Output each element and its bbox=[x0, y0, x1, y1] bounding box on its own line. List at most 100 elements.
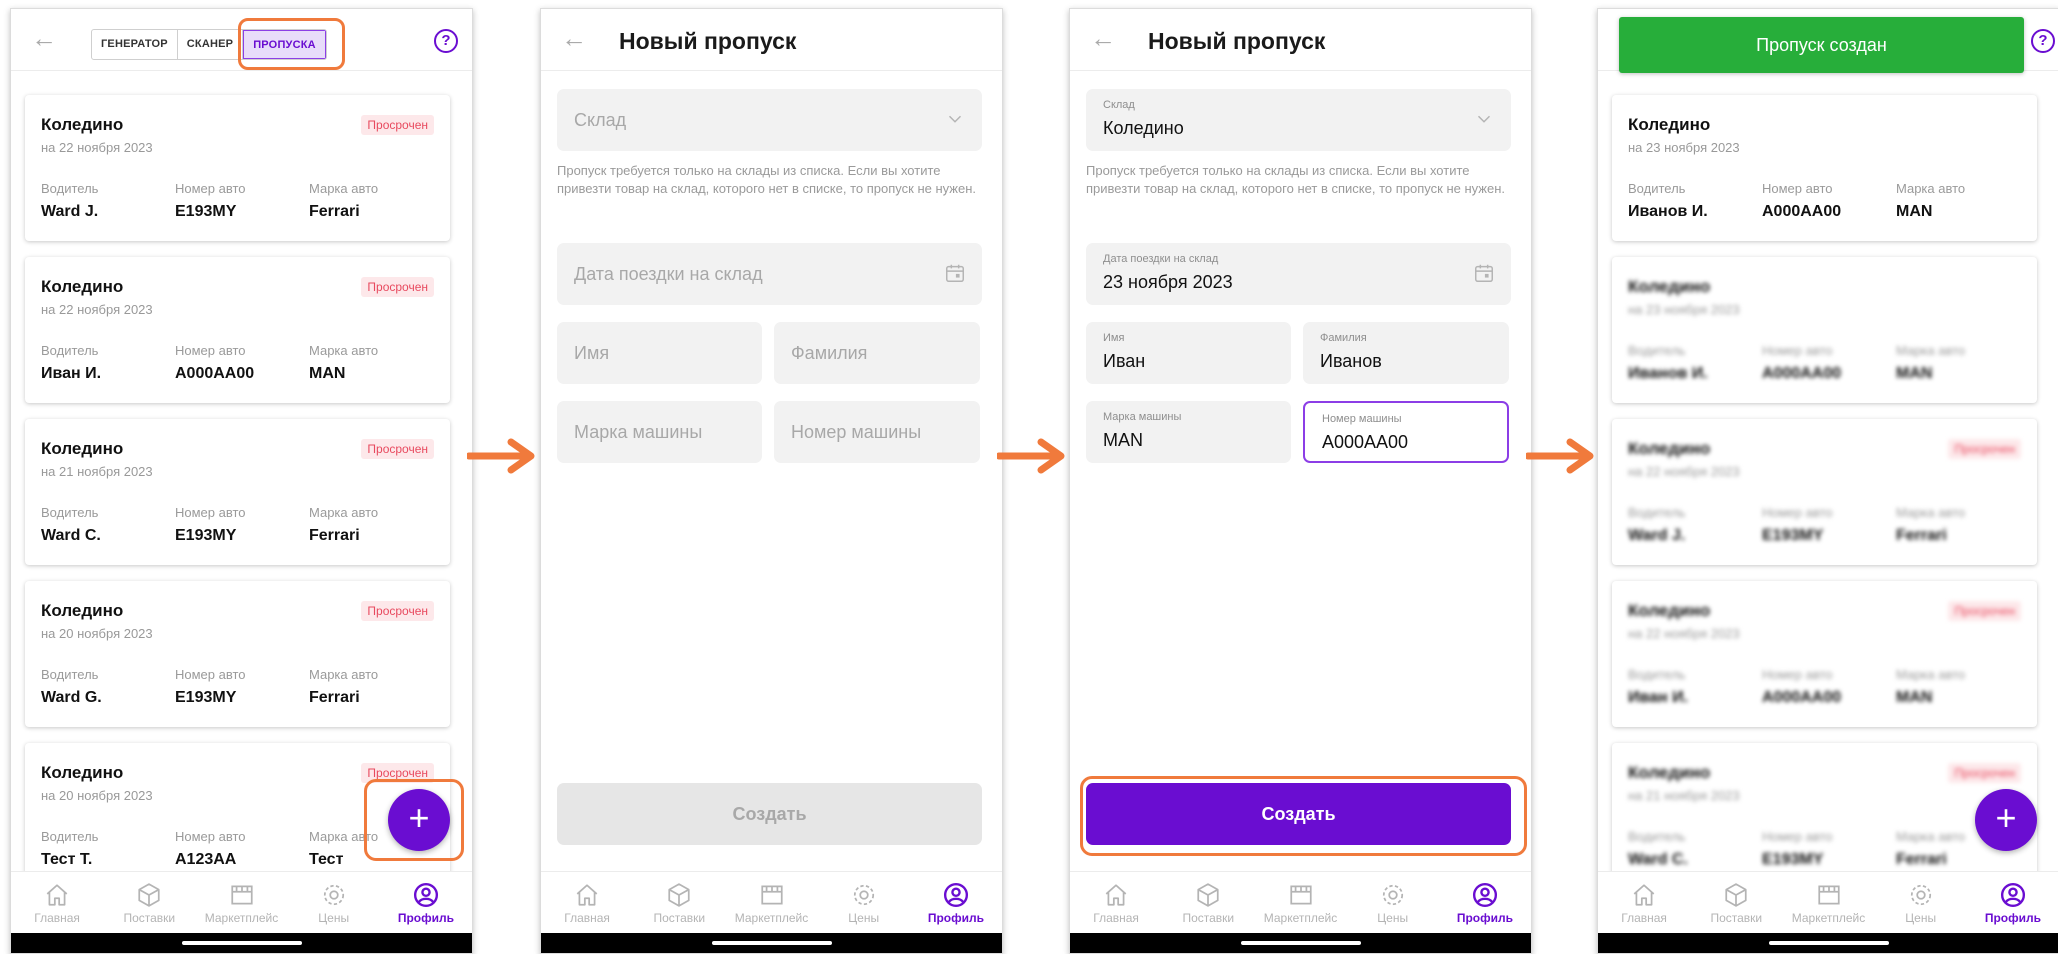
home-indicator[interactable] bbox=[1768, 941, 1889, 945]
car-brand-field[interactable]: Марка машины bbox=[557, 401, 762, 463]
segment-generator[interactable]: ГЕНЕРАТОР bbox=[92, 30, 178, 59]
tab-supplies[interactable]: Поставки bbox=[1162, 872, 1254, 933]
pass-card[interactable]: Коледино на 22 ноября 2023 Просрочен Вод… bbox=[25, 257, 450, 403]
tab-home[interactable]: Главная bbox=[11, 872, 103, 933]
tab-profile[interactable]: Профиль bbox=[380, 872, 472, 933]
first-name-field[interactable]: Имя Иван bbox=[1086, 322, 1291, 384]
last-name-field[interactable]: Фамилия bbox=[774, 322, 980, 384]
bottom-tab-bar: Главная Поставки Маркетплейс Цены Профил… bbox=[1070, 871, 1531, 933]
home-indicator[interactable] bbox=[181, 941, 302, 945]
last-name-value: Иванов bbox=[1320, 351, 1382, 371]
flow-arrow-icon bbox=[1526, 438, 1594, 474]
card-date: на 23 ноября 2023 bbox=[1628, 302, 1740, 317]
tab-prices[interactable]: Цены bbox=[1347, 872, 1439, 933]
store-icon bbox=[1816, 882, 1842, 908]
screen-new-pass-empty: ← Новый пропуск Склад Пропуск требуется … bbox=[540, 8, 1003, 954]
tab-marketplace[interactable]: Маркетплейс bbox=[195, 872, 287, 933]
back-arrow-icon[interactable]: ← bbox=[561, 23, 587, 53]
label-plate: Номер авто bbox=[1762, 181, 1833, 196]
card-brand: Ferrari bbox=[1896, 851, 1947, 868]
tab-prices[interactable]: Цены bbox=[288, 872, 380, 933]
tab-home[interactable]: Главная bbox=[541, 872, 633, 933]
tab-label: Маркетплейс bbox=[1791, 911, 1866, 925]
label-driver: Водитель bbox=[1628, 181, 1686, 196]
car-plate-field[interactable]: Номер машины bbox=[774, 401, 980, 463]
tab-marketplace[interactable]: Маркетплейс bbox=[1254, 872, 1346, 933]
box-icon bbox=[1195, 882, 1221, 908]
tab-marketplace[interactable]: Маркетплейс bbox=[725, 872, 817, 933]
tab-supplies[interactable]: Поставки bbox=[103, 872, 195, 933]
tab-home[interactable]: Главная bbox=[1070, 872, 1162, 933]
profile-icon bbox=[2000, 882, 2026, 908]
card-brand: MAN bbox=[1896, 365, 1933, 382]
page-title: Новый пропуск bbox=[619, 28, 797, 54]
home-icon bbox=[1631, 882, 1657, 908]
last-name-field[interactable]: Фамилия Иванов bbox=[1303, 322, 1509, 384]
add-pass-button[interactable]: + bbox=[1975, 789, 2037, 851]
label-brand: Марка авто bbox=[309, 181, 379, 196]
tab-prices[interactable]: Цены bbox=[1875, 872, 1967, 933]
gear-icon bbox=[321, 882, 347, 908]
gear-icon bbox=[1908, 882, 1934, 908]
tab-marketplace[interactable]: Маркетплейс bbox=[1782, 872, 1874, 933]
page-title: Новый пропуск bbox=[1148, 28, 1326, 54]
back-arrow-icon[interactable]: ← bbox=[31, 23, 57, 53]
status-badge: Просрочен bbox=[1948, 439, 2021, 459]
pass-card[interactable]: Коледино на 23 ноября 2023 Водитель Номе… bbox=[1612, 257, 2037, 403]
car-brand-field[interactable]: Марка машины MAN bbox=[1086, 401, 1291, 463]
tab-supplies[interactable]: Поставки bbox=[1690, 872, 1782, 933]
pass-card[interactable]: Коледино на 23 ноября 2023 Водитель Номе… bbox=[1612, 95, 2037, 241]
warehouse-hint: Пропуск требуется только на склады из сп… bbox=[1086, 163, 1506, 196]
tab-label: Цены bbox=[1905, 911, 1937, 925]
profile-icon bbox=[943, 882, 969, 908]
tab-label: Цены bbox=[318, 911, 350, 925]
back-arrow-icon[interactable]: ← bbox=[1090, 23, 1116, 53]
tab-supplies[interactable]: Поставки bbox=[633, 872, 725, 933]
tab-profile[interactable]: Профиль bbox=[1967, 872, 2058, 933]
warehouse-value: Коледино bbox=[1103, 118, 1184, 138]
top-bar: ← Новый пропуск bbox=[541, 9, 1002, 71]
system-home-bar bbox=[11, 933, 472, 953]
segment-scanner[interactable]: СКАНЕР bbox=[178, 30, 244, 59]
box-icon bbox=[666, 882, 692, 908]
card-warehouse: Коледино bbox=[41, 115, 124, 134]
tab-label: Цены bbox=[848, 911, 880, 925]
label-plate: Номер авто bbox=[175, 181, 246, 196]
pass-card[interactable]: Коледино на 20 ноября 2023 Просрочен Вод… bbox=[25, 581, 450, 727]
help-icon[interactable]: ? bbox=[2031, 29, 2055, 53]
home-indicator[interactable] bbox=[1240, 941, 1361, 945]
label-driver: Водитель bbox=[41, 667, 99, 682]
tab-profile[interactable]: Профиль bbox=[910, 872, 1002, 933]
pass-card[interactable]: Коледино на 22 ноября 2023 Просрочен Вод… bbox=[1612, 419, 2037, 565]
pass-card[interactable]: Коледино на 21 ноября 2023 Просрочен Вод… bbox=[1612, 743, 2037, 871]
tab-label: Цены bbox=[1377, 911, 1409, 925]
label-driver: Водитель bbox=[41, 829, 99, 844]
label-brand: Марка авто bbox=[309, 343, 379, 358]
trip-date-field[interactable]: Дата поездки на склад bbox=[557, 243, 982, 305]
card-driver: Ward G. bbox=[41, 689, 102, 706]
tab-profile[interactable]: Профиль bbox=[1439, 872, 1531, 933]
create-button[interactable]: Создать bbox=[557, 783, 982, 845]
tab-home[interactable]: Главная bbox=[1598, 872, 1690, 933]
create-button[interactable]: Создать bbox=[1086, 783, 1511, 845]
pass-card[interactable]: Коледино на 21 ноября 2023 Просрочен Вод… bbox=[25, 419, 450, 565]
card-warehouse: Коледино bbox=[1628, 277, 1711, 296]
label-driver: Водитель bbox=[1628, 343, 1686, 358]
card-plate: A000AA00 bbox=[1762, 689, 1842, 706]
add-pass-button[interactable]: + bbox=[388, 789, 450, 851]
help-icon[interactable]: ? bbox=[434, 29, 458, 53]
first-name-field[interactable]: Имя bbox=[557, 322, 762, 384]
warehouse-select[interactable]: Склад Коледино bbox=[1086, 89, 1511, 151]
pass-card[interactable]: Коледино на 22 ноября 2023 Просрочен Вод… bbox=[25, 95, 450, 241]
home-indicator[interactable] bbox=[711, 941, 832, 945]
warehouse-select[interactable]: Склад bbox=[557, 89, 982, 151]
flow-arrow-icon bbox=[997, 438, 1065, 474]
car-plate-field[interactable]: Номер машины A000AA00 bbox=[1303, 401, 1509, 463]
trip-date-value: 23 ноября 2023 bbox=[1103, 272, 1233, 292]
pass-card[interactable]: Коледино на 22 ноября 2023 Просрочен Вод… bbox=[1612, 581, 2037, 727]
trip-date-field[interactable]: Дата поездки на склад 23 ноября 2023 bbox=[1086, 243, 1511, 305]
tab-prices[interactable]: Цены bbox=[818, 872, 910, 933]
card-brand: Тест bbox=[309, 851, 344, 868]
card-date: на 22 ноября 2023 bbox=[1628, 464, 1740, 479]
profile-icon bbox=[413, 882, 439, 908]
